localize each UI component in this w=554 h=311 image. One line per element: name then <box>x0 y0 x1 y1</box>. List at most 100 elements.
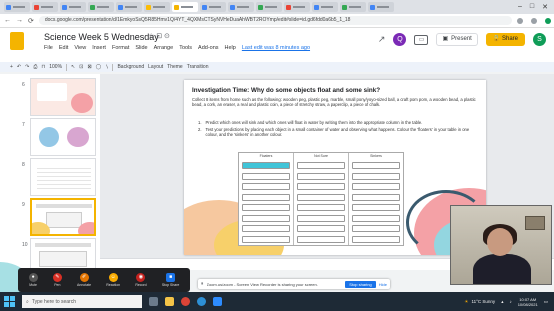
table-cell[interactable] <box>352 172 400 180</box>
browser-tab[interactable] <box>312 2 338 12</box>
table-cell[interactable] <box>352 204 400 211</box>
taskbar-search-input[interactable]: ⌕ Type here to search <box>22 295 142 308</box>
reaction-button[interactable]: ☺ Reaction <box>106 273 120 287</box>
browser-tab-active[interactable] <box>172 2 198 12</box>
network-icon[interactable]: ▴ <box>501 299 503 305</box>
slide-thumbnail[interactable] <box>30 118 96 156</box>
undo-icon[interactable]: ↶ <box>17 64 21 70</box>
table-cell[interactable] <box>242 214 290 222</box>
table-cell[interactable] <box>352 214 400 222</box>
notifications-icon[interactable]: ▭ <box>544 299 548 305</box>
edge-icon[interactable] <box>197 297 206 306</box>
annotate-button[interactable]: ✐ Annotate <box>77 273 91 287</box>
zoom-select[interactable]: 100% <box>49 64 62 70</box>
chrome-icon[interactable] <box>181 297 190 306</box>
table-cell[interactable] <box>242 204 290 211</box>
browser-tab[interactable] <box>144 2 170 12</box>
shape-icon[interactable]: ◯ <box>96 64 102 70</box>
table-cell[interactable] <box>297 193 345 201</box>
table-cell[interactable] <box>352 225 400 232</box>
menu-tools[interactable]: Tools <box>179 45 192 51</box>
line-icon[interactable]: ∖ <box>105 64 108 70</box>
weather-widget[interactable]: ☀ 11°C Sunny <box>464 299 495 305</box>
table-cell[interactable] <box>352 193 400 201</box>
paint-format-icon[interactable]: ⊓ <box>41 64 45 70</box>
layout-button[interactable]: Layout <box>148 64 163 70</box>
menu-arrange[interactable]: Arrange <box>154 45 174 51</box>
table-cell[interactable] <box>242 172 290 180</box>
slide-thumbnail[interactable] <box>30 158 96 196</box>
new-slide-icon[interactable]: + <box>10 64 13 70</box>
meet-icon[interactable]: ▭ <box>414 34 429 45</box>
zoom-icon[interactable] <box>213 297 222 306</box>
list-item[interactable]: 1. Predict which ones will sink and whic… <box>198 120 480 125</box>
menu-file[interactable]: File <box>44 45 53 51</box>
print-icon[interactable]: ⎙ <box>33 64 37 70</box>
menu-insert[interactable]: Insert <box>92 45 106 51</box>
select-tool-icon[interactable]: ↖ <box>71 64 75 70</box>
table-cell[interactable] <box>297 162 345 169</box>
taskbar-clock[interactable]: 10:07 AM 10/08/2021 <box>518 297 538 307</box>
transition-button[interactable]: Transition <box>187 64 209 70</box>
menu-view[interactable]: View <box>74 45 86 51</box>
browser-tab[interactable] <box>60 2 86 12</box>
theme-button[interactable]: Theme <box>167 64 183 70</box>
url-input[interactable]: docs.google.com/presentation/d/1EmkyoSsQ… <box>38 16 512 25</box>
slide-thumbnail[interactable] <box>30 78 96 116</box>
document-title[interactable]: Science Week 5 Wednesday <box>44 32 159 42</box>
table-cell[interactable] <box>352 162 400 169</box>
mute-button[interactable]: ● Mute <box>28 273 38 287</box>
browser-tab[interactable] <box>116 2 142 12</box>
table-cell[interactable] <box>242 183 290 190</box>
slide-title[interactable]: Investigation Time: Why do some objects … <box>192 87 380 94</box>
file-explorer-icon[interactable] <box>165 297 174 306</box>
stop-share-button[interactable]: ■ Stop Share <box>162 273 179 287</box>
browser-tab[interactable] <box>200 2 226 12</box>
textbox-icon[interactable]: ⊡ <box>79 64 83 70</box>
menu-format[interactable]: Format <box>112 45 129 51</box>
menu-help[interactable]: Help <box>225 45 236 51</box>
table-cell[interactable] <box>242 162 290 169</box>
table-cell[interactable] <box>297 172 345 180</box>
present-button[interactable]: ▣ Present <box>436 33 478 46</box>
reload-icon[interactable]: ⟳ <box>28 17 34 25</box>
table-cell[interactable] <box>352 183 400 190</box>
table-cell[interactable] <box>297 204 345 211</box>
menu-addons[interactable]: Add-ons <box>198 45 219 51</box>
browser-tab[interactable] <box>256 2 282 12</box>
last-edit-link[interactable]: Last edit was 8 minutes ago <box>242 45 310 51</box>
back-icon[interactable]: ← <box>4 17 11 24</box>
activity-trend-icon[interactable]: ↗ <box>378 34 386 45</box>
share-button[interactable]: 🔒 Share <box>485 33 525 46</box>
slide-thumbnail-selected[interactable] <box>30 198 96 236</box>
windows-start-icon[interactable] <box>4 296 15 307</box>
hide-button[interactable]: Hide <box>379 282 387 287</box>
maximize-icon[interactable]: □ <box>530 3 534 11</box>
pen-button[interactable]: ✎ Pen <box>52 273 62 287</box>
minimize-icon[interactable]: – <box>518 3 522 11</box>
float-sink-table[interactable]: Floaters Not Sure Sinkers <box>238 152 404 246</box>
browser-tab[interactable] <box>368 2 394 12</box>
menu-slide[interactable]: Slide <box>135 45 147 51</box>
table-cell[interactable] <box>297 225 345 232</box>
profile-icon[interactable] <box>545 17 551 24</box>
extension-icon[interactable] <box>531 17 537 24</box>
forward-icon[interactable]: → <box>16 17 23 24</box>
task-view-icon[interactable] <box>149 297 158 306</box>
avatar[interactable]: S <box>533 33 546 46</box>
table-cell[interactable] <box>297 183 345 190</box>
slides-logo-icon[interactable] <box>10 32 24 50</box>
table-cell[interactable] <box>242 225 290 232</box>
current-slide[interactable]: Investigation Time: Why do some objects … <box>184 80 486 255</box>
image-icon[interactable]: ⊠ <box>87 64 91 70</box>
table-cell[interactable] <box>297 214 345 222</box>
redo-icon[interactable]: ↷ <box>25 64 29 70</box>
browser-tab[interactable] <box>32 2 58 12</box>
table-cell[interactable] <box>352 235 400 243</box>
browser-tab[interactable] <box>228 2 254 12</box>
extension-icon[interactable] <box>517 17 523 24</box>
menu-edit[interactable]: Edit <box>59 45 68 51</box>
table-cell[interactable] <box>242 235 290 243</box>
webcam-video-tile[interactable] <box>450 205 552 285</box>
volume-icon[interactable]: ♪ <box>509 299 511 304</box>
